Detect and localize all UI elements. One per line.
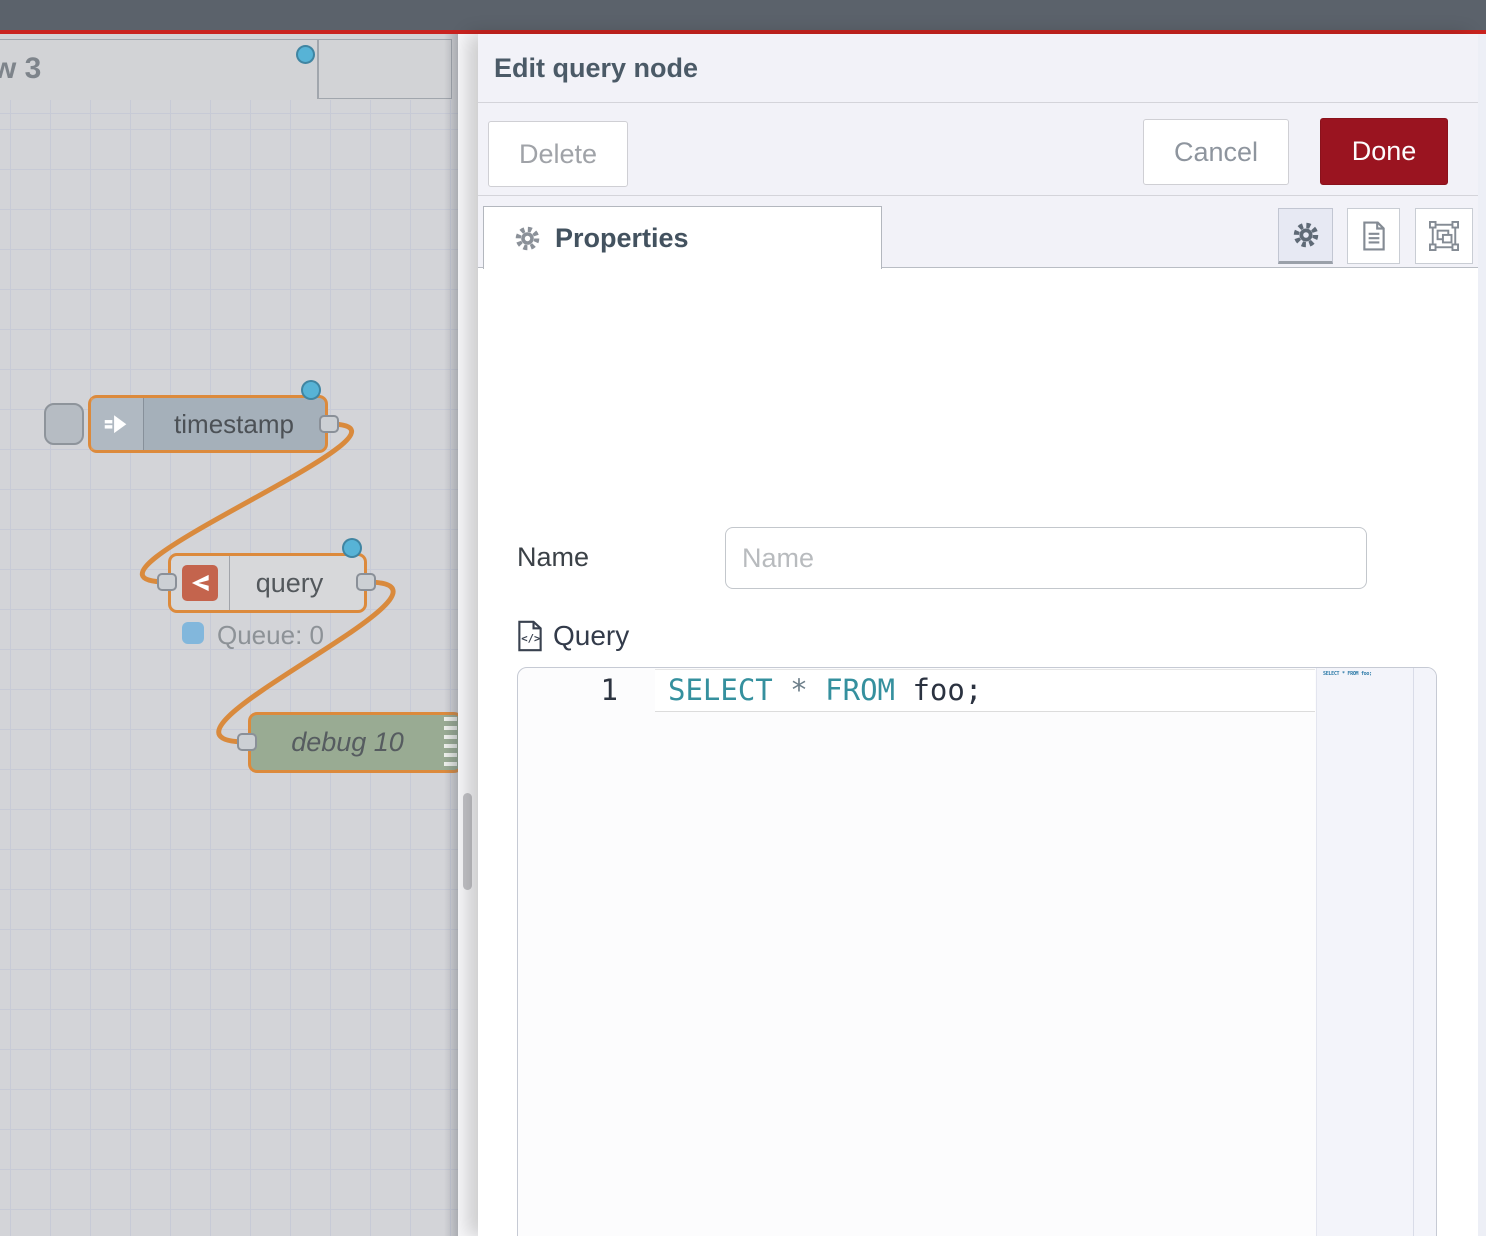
timestamp-output-port[interactable] <box>319 415 339 433</box>
node-query[interactable]: query <box>168 553 367 613</box>
sidebar-edge-strip <box>1478 34 1486 1236</box>
code-file-icon <box>517 620 543 652</box>
node-debug[interactable]: debug 10 <box>248 712 458 773</box>
node-description-button[interactable] <box>1347 208 1400 264</box>
name-field-label: Name <box>517 542 589 573</box>
query-status-text: Queue: 0 <box>217 620 324 651</box>
minimap-code-text: SELECT * FROM foo; <box>1323 671 1372 677</box>
canvas-scrollbar-thumb[interactable] <box>463 793 472 890</box>
query-output-port[interactable] <box>356 573 376 591</box>
editor-line-number: 1 <box>573 673 618 707</box>
query-field-label-row: Query <box>517 620 629 652</box>
sql-identifier: foo; <box>895 673 982 707</box>
edit-node-tray: Edit query node Delete Cancel Done Prope… <box>478 34 1478 1236</box>
sql-code-editor[interactable]: 1 SELECT * FROM foo; SELECT * FROM foo; <box>517 667 1437 1236</box>
tab-properties-label: Properties <box>555 223 689 254</box>
query-icon-region <box>171 556 230 610</box>
tray-title: Edit query node <box>494 34 698 102</box>
edit-properties-button[interactable] <box>1278 208 1333 264</box>
tab-properties[interactable]: Properties <box>483 206 882 269</box>
flow-canvas[interactable]: w 3 timestamp query <box>0 34 458 1236</box>
inject-icon-region <box>91 398 144 450</box>
app-header-bar <box>0 0 1486 30</box>
node-label: timestamp <box>143 398 325 450</box>
document-icon <box>1361 221 1387 251</box>
query-field-label: Query <box>553 620 629 652</box>
node-label: debug 10 <box>263 715 432 770</box>
editor-code-line[interactable]: SELECT * FROM foo; <box>668 673 982 707</box>
timestamp-changed-dot <box>301 380 321 400</box>
delete-button[interactable]: Delete <box>488 121 628 187</box>
node-label: query <box>229 556 350 610</box>
sql-keyword: SELECT <box>668 673 773 707</box>
node-appearance-button[interactable] <box>1415 208 1473 264</box>
inject-trigger-button[interactable] <box>44 403 84 445</box>
canvas-edge-shadow <box>444 34 458 1236</box>
minimap-divider <box>1413 668 1414 1236</box>
cancel-button[interactable]: Cancel <box>1143 119 1289 185</box>
node-timestamp[interactable]: timestamp <box>88 395 328 453</box>
tray-content: Name Query 1 SELECT * FROM foo; SELECT *… <box>478 268 1478 1236</box>
query-database-icon <box>182 565 218 601</box>
query-status-dot <box>182 622 204 644</box>
debug-input-port[interactable] <box>237 733 257 751</box>
done-button[interactable]: Done <box>1320 118 1448 185</box>
group-icon <box>1429 221 1459 251</box>
sql-keyword: FROM <box>825 673 895 707</box>
canvas-scrollbar <box>458 34 478 1236</box>
name-input[interactable] <box>725 527 1367 589</box>
inject-arrow-icon <box>103 410 131 438</box>
node-red-app: w 3 timestamp query <box>0 0 1486 1236</box>
sql-operator: * <box>773 673 825 707</box>
editor-minimap[interactable]: SELECT * FROM foo; <box>1316 668 1437 1236</box>
query-changed-dot <box>342 538 362 558</box>
tray-header: Edit query node <box>478 34 1478 103</box>
gear-icon <box>514 225 541 252</box>
query-input-port[interactable] <box>157 573 177 591</box>
gear-icon <box>1292 221 1320 249</box>
